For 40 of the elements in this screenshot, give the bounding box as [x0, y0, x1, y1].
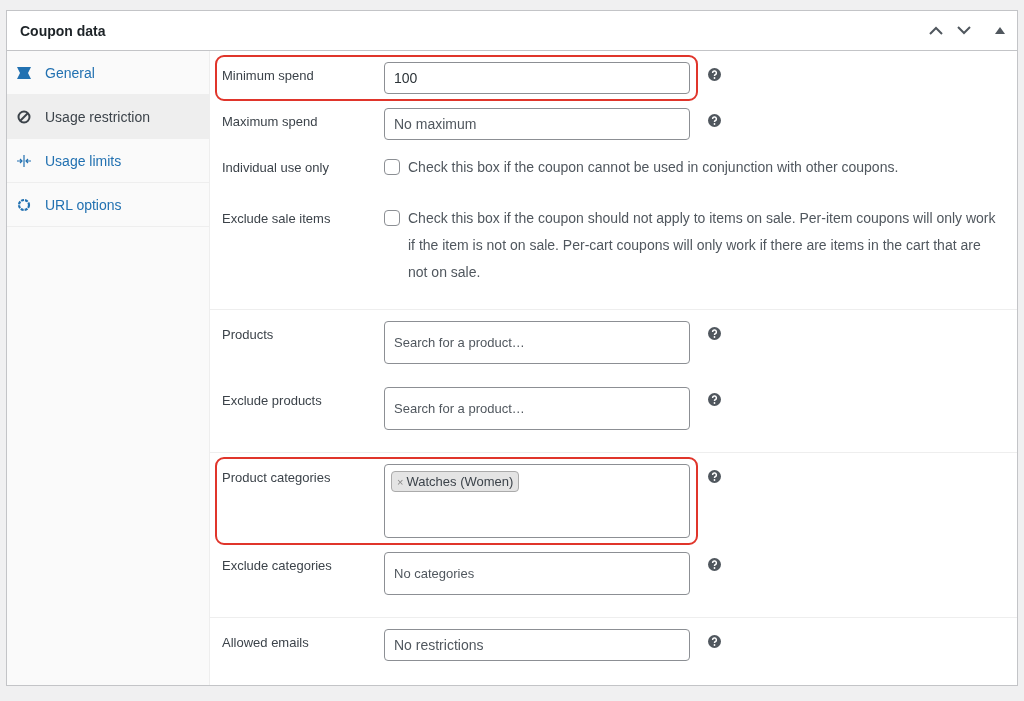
text-field[interactable]: 100: [384, 62, 690, 94]
field-label: Products: [222, 326, 275, 342]
checkbox[interactable]: [384, 210, 400, 226]
field-label: Maximum spend: [222, 113, 319, 129]
help-icon[interactable]: [708, 327, 721, 340]
field-label: Product categories: [222, 469, 332, 485]
sidebar-tab[interactable]: Usage limits: [7, 139, 209, 183]
collapse-triangle-icon[interactable]: [995, 27, 1005, 34]
multi-select-field[interactable]: × Watches (Women): [384, 464, 690, 538]
chevron-up-icon[interactable]: [929, 26, 943, 35]
field-label: Exclude sale items: [222, 210, 332, 226]
field-label: Exclude products: [222, 392, 323, 408]
help-icon[interactable]: [708, 470, 721, 483]
prohibited-icon: [17, 109, 31, 124]
help-icon[interactable]: [708, 558, 721, 571]
field-label: Exclude categories: [222, 557, 333, 573]
checkbox-description: Check this box if the coupon should not apply to items on sale. Per-item coupons will only work if the item is not on sale. Per-cart coupons will only work if there are items in the cart that are not on sale.: [408, 209, 997, 282]
checkbox-description: Check this box if the coupon cannot be used in conjunction with other coupons.: [408, 158, 899, 177]
sidebar-tab[interactable]: Usage restriction: [7, 95, 209, 139]
field-label: Individual use only: [222, 159, 330, 175]
text-field[interactable]: No restrictions: [384, 629, 690, 661]
help-icon[interactable]: [708, 68, 721, 81]
search-select-field[interactable]: Search for a product…: [384, 321, 690, 364]
help-icon[interactable]: [708, 114, 721, 127]
text-field[interactable]: No maximum: [384, 108, 690, 140]
ticket-icon: [17, 66, 31, 79]
search-select-field[interactable]: Search for a product…: [384, 387, 690, 430]
chevron-down-icon[interactable]: [957, 26, 971, 35]
help-icon[interactable]: [708, 635, 721, 648]
help-icon[interactable]: [708, 393, 721, 406]
checkbox[interactable]: [384, 159, 400, 175]
field-label: Allowed emails: [222, 634, 310, 650]
sidebar-tab[interactable]: URL options: [7, 183, 209, 227]
remove-tag-button[interactable]: ×: [397, 475, 404, 488]
tag-label: Watches (Women): [406, 474, 514, 489]
panel-title: Coupon data: [20, 22, 106, 39]
field-label: Minimum spend: [222, 67, 315, 83]
arrows-inward-icon: [17, 153, 31, 168]
cog-icon: [17, 197, 31, 212]
search-select-field[interactable]: No categories: [384, 552, 690, 595]
